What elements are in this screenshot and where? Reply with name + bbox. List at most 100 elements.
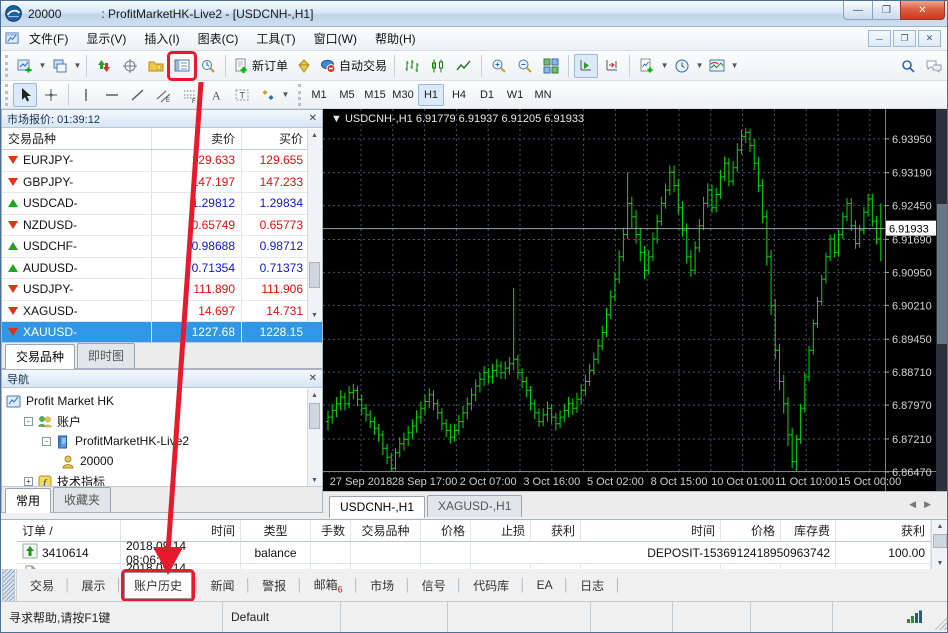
timeframe-mn-button[interactable]: MN bbox=[530, 84, 556, 106]
new-chart-button[interactable] bbox=[13, 54, 37, 78]
cursor-button[interactable] bbox=[13, 83, 37, 107]
terminal-tab-交易[interactable]: 交易 bbox=[21, 572, 63, 599]
scroll-up-icon[interactable]: ▲ bbox=[308, 129, 321, 142]
chart-shift-button[interactable] bbox=[600, 54, 624, 78]
market-watch-tab-交易品种[interactable]: 交易品种 bbox=[5, 344, 75, 369]
scroll-up-icon[interactable]: ▲ bbox=[932, 520, 948, 533]
mdi-minimize-button[interactable]: ─ bbox=[868, 30, 891, 47]
market-watch-row-usdchf[interactable]: USDCHF-0.986880.98712 bbox=[2, 236, 322, 258]
new-chart-dropdown-icon[interactable]: ▼ bbox=[38, 61, 47, 70]
terminal-column-8[interactable]: 时间 bbox=[581, 520, 721, 542]
tree-node-20000[interactable]: 20000 bbox=[6, 451, 322, 471]
equidistant-channel-button[interactable]: E bbox=[152, 83, 176, 107]
menu-item-6[interactable]: 帮助(H) bbox=[366, 27, 425, 50]
terminal-column-6[interactable]: 止损 bbox=[471, 520, 531, 542]
market-watch-scrollbar[interactable]: ▲ ▼ bbox=[307, 129, 321, 322]
navigator-tab-收藏夹[interactable]: 收藏夹 bbox=[53, 487, 111, 512]
menu-item-1[interactable]: 显示(V) bbox=[77, 27, 135, 50]
resize-grip[interactable] bbox=[934, 617, 947, 630]
text-button[interactable]: A bbox=[204, 83, 228, 107]
zoom-out-button[interactable] bbox=[513, 54, 537, 78]
market-watch-button[interactable] bbox=[92, 54, 116, 78]
profiles-button[interactable] bbox=[48, 54, 72, 78]
terminal-scrollbar[interactable]: ▲ ▼ bbox=[931, 520, 948, 569]
market-watch-row-xauusd[interactable]: XAUUSD-1227.681228.15 bbox=[2, 322, 322, 344]
maximize-button[interactable]: ❐ bbox=[872, 1, 901, 20]
scroll-thumb[interactable] bbox=[933, 534, 947, 548]
timeframe-w1-button[interactable]: W1 bbox=[502, 84, 528, 106]
mdi-restore-button[interactable]: ❐ bbox=[893, 30, 916, 47]
terminal-tab-市场[interactable]: 市场 bbox=[361, 572, 403, 599]
autotrading-button[interactable]: 自动交易 bbox=[318, 54, 389, 78]
timeframe-h1-button[interactable]: H1 bbox=[418, 84, 444, 106]
market-watch-row-xagusd[interactable]: XAGUSD-14.69714.731 bbox=[2, 301, 322, 323]
navigator-button[interactable] bbox=[144, 54, 168, 78]
scroll-down-icon[interactable]: ▼ bbox=[932, 557, 948, 569]
terminal-tab-EA[interactable]: EA bbox=[528, 573, 562, 597]
navigator-tab-常用[interactable]: 常用 bbox=[5, 488, 51, 513]
navigator-close-icon[interactable]: ✕ bbox=[309, 374, 317, 384]
mdi-close-button[interactable]: ✕ bbox=[918, 30, 941, 47]
scroll-down-icon[interactable]: ▼ bbox=[308, 309, 321, 322]
tree-node-profit-market-hk[interactable]: Profit Market HK bbox=[6, 391, 322, 411]
tree-node-账户[interactable]: -账户 bbox=[6, 411, 322, 431]
tree-expander-icon[interactable]: - bbox=[24, 417, 33, 426]
chart-tab-scroll-icons[interactable]: ◀▶ bbox=[909, 499, 939, 510]
market-watch-row-nzdusd[interactable]: NZDUSD-0.657490.65773 bbox=[2, 215, 322, 237]
menu-item-2[interactable]: 插入(I) bbox=[135, 27, 188, 50]
new-order-button[interactable]: 新订单 bbox=[231, 54, 290, 78]
timeframe-m1-button[interactable]: M1 bbox=[306, 84, 332, 106]
market-watch-tab-即时图[interactable]: 即时图 bbox=[77, 343, 135, 368]
auto-scroll-button[interactable] bbox=[574, 54, 598, 78]
timeframe-h4-button[interactable]: H4 bbox=[446, 84, 472, 106]
terminal-column-0[interactable]: 订单 / bbox=[17, 520, 121, 542]
terminal-tab-代码库[interactable]: 代码库 bbox=[464, 572, 518, 599]
column-symbol[interactable]: 交易品种 bbox=[2, 128, 152, 149]
terminal-tab-新闻[interactable]: 新闻 bbox=[202, 572, 244, 599]
title-bar[interactable]: 20000 : ProfitMarketHK-Live2 - [USDCNH-,… bbox=[1, 1, 948, 27]
chart-tab-XAGUSD-,H1[interactable]: XAGUSD-,H1 bbox=[427, 495, 522, 517]
timeframe-m30-button[interactable]: M30 bbox=[390, 84, 416, 106]
terminal-column-2[interactable]: 类型 bbox=[241, 520, 311, 542]
chart-tab-USDCNH-,H1[interactable]: USDCNH-,H1 bbox=[329, 496, 425, 518]
market-watch-row-gbpjpy[interactable]: GBPJPY-147.197147.233 bbox=[2, 172, 322, 194]
crosshair-button[interactable] bbox=[39, 83, 63, 107]
toolbar-grip[interactable] bbox=[5, 55, 8, 77]
chat-button[interactable] bbox=[922, 54, 946, 78]
market-watch-row-usdcad[interactable]: USDCAD-1.298121.29834 bbox=[2, 193, 322, 215]
terminal-tab-警报[interactable]: 警报 bbox=[253, 572, 295, 599]
market-watch-row-usdjpy[interactable]: USDJPY-111.890111.906 bbox=[2, 279, 322, 301]
column-buy[interactable]: 买价 bbox=[242, 128, 308, 149]
fibonacci-button[interactable]: F bbox=[178, 83, 202, 107]
terminal-tab-邮箱[interactable]: 邮箱6 bbox=[305, 571, 352, 599]
menu-item-5[interactable]: 窗口(W) bbox=[305, 27, 366, 50]
terminal-tab-账户历史[interactable]: 账户历史 bbox=[124, 572, 192, 599]
chart-scrollbar-thumb[interactable] bbox=[937, 204, 948, 344]
tree-expander-icon[interactable]: - bbox=[42, 437, 51, 446]
scroll-thumb[interactable] bbox=[309, 262, 320, 288]
market-watch-row-audusd[interactable]: AUDUSD-0.713540.71373 bbox=[2, 258, 322, 280]
toolbar-grip[interactable] bbox=[5, 84, 8, 106]
arrows-dropdown-icon[interactable]: ▼ bbox=[281, 90, 290, 99]
tile-windows-button[interactable] bbox=[539, 54, 563, 78]
timeframe-m15-button[interactable]: M15 bbox=[362, 84, 388, 106]
menu-item-3[interactable]: 图表(C) bbox=[189, 27, 248, 50]
chart-canvas[interactable]: 27 Sep 201828 Sep 17:002 Oct 07:003 Oct … bbox=[323, 109, 948, 491]
indicators-dropdown-icon[interactable]: ▼ bbox=[660, 61, 669, 70]
strategy-tester-button[interactable] bbox=[196, 54, 220, 78]
scroll-up-icon[interactable]: ▲ bbox=[308, 389, 321, 402]
periods-dropdown-icon[interactable]: ▼ bbox=[695, 61, 704, 70]
terminal-tab-日志[interactable]: 日志 bbox=[571, 572, 613, 599]
navigator-scrollbar[interactable]: ▲ ▼ bbox=[307, 389, 321, 487]
trendline-button[interactable] bbox=[126, 83, 150, 107]
terminal-column-7[interactable]: 获利 bbox=[531, 520, 581, 542]
profiles-dropdown-icon[interactable]: ▼ bbox=[73, 61, 82, 70]
timeframe-m5-button[interactable]: M5 bbox=[334, 84, 360, 106]
timeframe-d1-button[interactable]: D1 bbox=[474, 84, 500, 106]
horizontal-line-button[interactable] bbox=[100, 83, 124, 107]
bar-chart-button[interactable] bbox=[400, 54, 424, 78]
terminal-column-4[interactable]: 交易品种 bbox=[351, 520, 421, 542]
terminal-button[interactable] bbox=[170, 54, 194, 78]
candlestick-chart-button[interactable] bbox=[426, 54, 450, 78]
price-chart[interactable]: 27 Sep 201828 Sep 17:002 Oct 07:003 Oct … bbox=[323, 109, 948, 491]
